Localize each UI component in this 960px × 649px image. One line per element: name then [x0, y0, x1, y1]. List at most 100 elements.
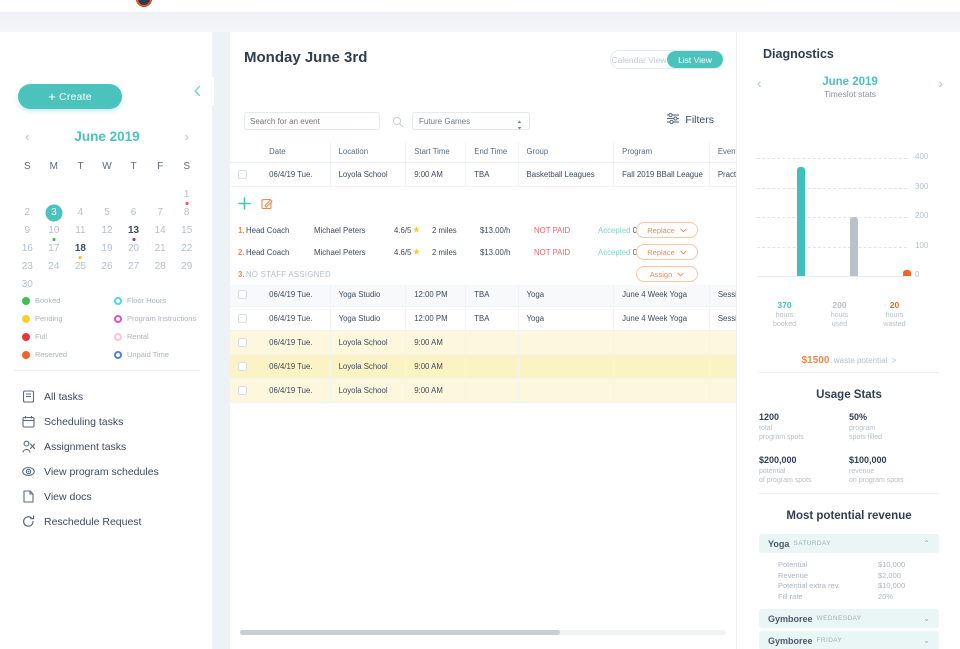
waste-potential-link[interactable]: $1500 waste potential > — [737, 350, 960, 368]
revenue-detail-row: Potential$10,000 — [778, 560, 930, 571]
sidebar-item-all-tasks[interactable]: All tasks — [22, 384, 212, 409]
tasks-icon — [22, 390, 35, 403]
chevron-down-icon: ⌄ — [923, 614, 930, 623]
sidebar-item-view-program-schedules[interactable]: View program schedules — [22, 459, 212, 484]
diagnostics-next-button[interactable]: › — [938, 76, 943, 90]
calendar-day-cell[interactable]: 21 — [147, 240, 174, 258]
horizontal-scrollbar[interactable] — [240, 630, 726, 635]
edit-icon[interactable] — [261, 197, 273, 215]
calendar-day-cell[interactable]: 20 — [120, 240, 147, 258]
calendar-day-cell[interactable]: 28 — [147, 258, 174, 276]
row-checkbox[interactable] — [238, 314, 247, 323]
calendar-weekday: W — [94, 156, 121, 178]
scrollbar-thumb[interactable] — [240, 630, 560, 635]
calendar-day-cell[interactable]: 10 — [41, 222, 68, 240]
calendar-day-cell[interactable]: 14 — [147, 222, 174, 240]
sidebar-item-reschedule-request[interactable]: Reschedule Request — [22, 509, 212, 534]
row-checkbox[interactable] — [238, 338, 247, 347]
calendar-day-number: 11 — [75, 225, 85, 236]
view-toggle[interactable]: Calendar View List View — [610, 50, 724, 69]
events-table-wrapper[interactable]: DateLocationStart TimeEnd TimeGroupProgr… — [230, 142, 736, 432]
table-header-cell[interactable]: Date — [261, 142, 330, 162]
row-checkbox[interactable] — [238, 386, 247, 395]
calendar-day-cell[interactable]: 26 — [94, 258, 121, 276]
plus-icon[interactable] — [238, 197, 251, 215]
calendar-day-cell[interactable]: 25 — [67, 258, 94, 276]
assign-staff-button[interactable]: Assign — [636, 266, 698, 282]
table-row[interactable]: 06/4/19 Tue.Loyola School9:00 AM — [230, 330, 736, 354]
calendar-day-cell[interactable]: 9 — [14, 222, 41, 240]
revenue-accordion-header[interactable]: GymboreeFRIDAY⌄ — [759, 631, 939, 649]
calendar-day-cell[interactable]: 13 — [120, 222, 147, 240]
calendar-day-cell[interactable]: 16 — [14, 240, 41, 258]
table-header-cell[interactable]: Group — [518, 142, 614, 162]
revenue-accordion-header[interactable]: GymboreeWEDNESDAY⌄ — [759, 609, 939, 628]
chart-bar — [850, 217, 858, 276]
calendar-prev-button[interactable]: ‹ — [22, 129, 32, 144]
calendar-day-cell[interactable]: 11 — [67, 222, 94, 240]
create-button[interactable]: + Create — [18, 84, 122, 109]
replace-staff-button[interactable]: Replace — [636, 244, 698, 260]
calendar-day-cell[interactable]: 6 — [120, 204, 147, 222]
calendar-day-cell[interactable]: 1 — [173, 186, 200, 204]
search-input[interactable] — [244, 112, 380, 130]
calendar-day-cell[interactable]: 15 — [173, 222, 200, 240]
sidebar-item-label: Reschedule Request — [44, 516, 141, 528]
table-header-cell[interactable]: Event Type — [709, 142, 736, 162]
revenue-accordion-header[interactable]: YogaSATURDAY⌃ — [759, 534, 939, 553]
row-checkbox[interactable] — [238, 362, 247, 371]
calendar-day-cell[interactable]: 29 — [173, 258, 200, 276]
table-row[interactable]: 06/4/19 Tue.Yoga Studio12:00 PMTBAYogaJu… — [230, 282, 736, 306]
sidebar-item-assignment-tasks[interactable]: Assignment tasks — [22, 434, 212, 459]
calendar-day-cell[interactable]: 22 — [173, 240, 200, 258]
table-header-cell[interactable]: Start Time — [406, 142, 466, 162]
sidebar-item-label: All tasks — [44, 391, 83, 403]
calendar-day-cell[interactable]: 24 — [41, 258, 68, 276]
calendar-day-cell[interactable]: 19 — [94, 240, 121, 258]
tab-calendar-view[interactable]: Calendar View — [611, 51, 667, 68]
chart-y-tick-label: 400 — [915, 152, 928, 161]
table-cell: 12:00 PM — [406, 306, 466, 330]
row-checkbox[interactable] — [238, 170, 247, 179]
calendar-day-cell[interactable]: 18 — [67, 240, 94, 258]
table-header-cell[interactable]: End Time — [466, 142, 518, 162]
table-row[interactable]: 06/4/19 Tue.Loyola School9:00 AM — [230, 378, 736, 402]
calendar-next-button[interactable]: › — [182, 129, 192, 144]
table-cell — [518, 330, 614, 354]
staff-assignment-row: 3.NO STAFF ASSIGNEDAssign — [230, 263, 736, 285]
diagnostics-panel: Diagnostics ‹ June 2019 Timeslot stats ›… — [736, 32, 960, 649]
calendar-day-cell[interactable]: 5 — [94, 204, 121, 222]
calendar-day-cell[interactable]: 2 — [14, 204, 41, 222]
table-row[interactable]: 06/4/19 Tue.Loyola School9:00 AMTBABaske… — [230, 162, 736, 186]
calendar-day-cell[interactable]: 30 — [14, 276, 41, 294]
calendar-day-cell[interactable]: 23 — [14, 258, 41, 276]
calendar-day-cell[interactable]: 12 — [94, 222, 121, 240]
sidebar-collapse-button[interactable] — [180, 77, 214, 105]
calendar-day-cell[interactable]: 17 — [41, 240, 68, 258]
table-cell: Practice — [709, 162, 736, 186]
row-checkbox-cell — [230, 306, 261, 330]
potential-revenue-list: YogaSATURDAY⌃Potential$10,000Revenue$2,0… — [759, 534, 939, 649]
row-checkbox[interactable] — [238, 290, 247, 299]
legend-label: Floor Hours — [127, 296, 166, 305]
sidebar-item-view-docs[interactable]: View docs — [22, 484, 212, 509]
calendar-day-cell[interactable]: 8 — [173, 204, 200, 222]
table-header-cell[interactable]: Location — [330, 142, 406, 162]
calendar-day-cell[interactable]: 27 — [120, 258, 147, 276]
tab-list-view[interactable]: List View — [667, 51, 723, 68]
search-icon[interactable] — [392, 115, 404, 133]
event-scope-select[interactable]: Future Games — [412, 112, 530, 130]
table-row[interactable]: 06/4/19 Tue.Loyola School9:00 AM — [230, 354, 736, 378]
table-cell — [709, 354, 736, 378]
create-button-label: Create — [59, 91, 92, 103]
calendar-day-cell[interactable]: 4 — [67, 204, 94, 222]
sidebar-item-scheduling-tasks[interactable]: Scheduling tasks — [22, 409, 212, 434]
calendar-day-cell[interactable]: 7 — [147, 204, 174, 222]
filters-button[interactable]: Filters — [666, 111, 714, 129]
table-header-cell[interactable]: Program — [614, 142, 710, 162]
replace-staff-button[interactable]: Replace — [636, 222, 698, 238]
table-row[interactable]: 06/4/19 Tue.Yoga Studio12:00 PMTBAYogaJu… — [230, 306, 736, 330]
calendar-day-cell[interactable]: 3 — [41, 204, 68, 222]
sidebar-item-label: Scheduling tasks — [44, 416, 123, 428]
usage-stat-value: $100,000 — [849, 455, 939, 465]
